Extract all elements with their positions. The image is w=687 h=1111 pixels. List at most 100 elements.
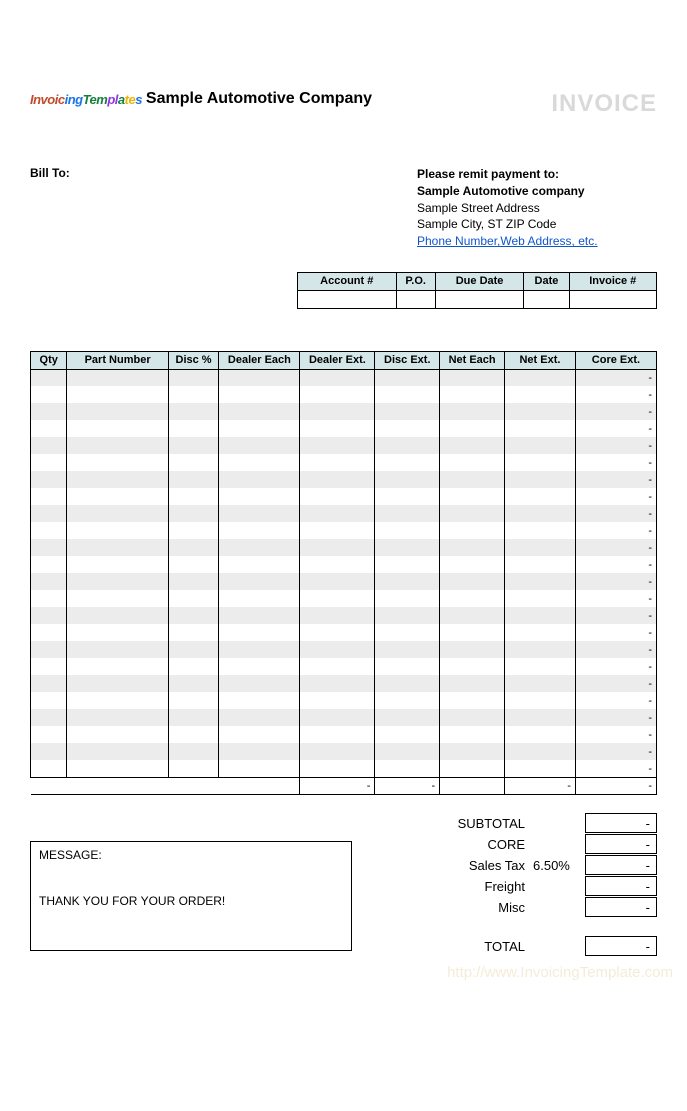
line-cell[interactable]: - [575, 607, 656, 624]
line-cell[interactable]: - [575, 454, 656, 471]
line-cell[interactable] [505, 454, 576, 471]
line-cell[interactable] [67, 403, 168, 420]
line-cell[interactable] [505, 369, 576, 386]
line-cell[interactable] [505, 505, 576, 522]
line-cell[interactable] [440, 573, 505, 590]
line-cell[interactable] [168, 607, 219, 624]
line-cell[interactable] [168, 726, 219, 743]
line-cell[interactable] [300, 573, 375, 590]
line-cell[interactable] [375, 369, 440, 386]
line-cell[interactable] [219, 743, 300, 760]
line-cell[interactable] [67, 454, 168, 471]
line-cell[interactable] [67, 675, 168, 692]
line-cell[interactable] [300, 743, 375, 760]
line-cell[interactable] [219, 709, 300, 726]
line-cell[interactable] [440, 386, 505, 403]
line-cell[interactable] [505, 607, 576, 624]
line-cell[interactable] [300, 403, 375, 420]
line-cell[interactable] [505, 675, 576, 692]
line-cell[interactable] [31, 522, 67, 539]
line-cell[interactable]: - [575, 556, 656, 573]
line-cell[interactable]: - [575, 743, 656, 760]
line-cell[interactable] [168, 556, 219, 573]
line-cell[interactable] [219, 607, 300, 624]
line-cell[interactable] [31, 607, 67, 624]
line-cell[interactable] [219, 454, 300, 471]
line-cell[interactable] [67, 386, 168, 403]
line-cell[interactable] [67, 658, 168, 675]
line-cell[interactable] [440, 454, 505, 471]
line-cell[interactable] [219, 488, 300, 505]
line-cell[interactable] [300, 692, 375, 709]
line-cell[interactable] [219, 386, 300, 403]
line-cell[interactable] [219, 556, 300, 573]
line-cell[interactable] [440, 624, 505, 641]
line-cell[interactable] [67, 641, 168, 658]
line-cell[interactable] [168, 743, 219, 760]
line-cell[interactable] [375, 658, 440, 675]
line-cell[interactable]: - [575, 437, 656, 454]
line-cell[interactable] [31, 590, 67, 607]
line-cell[interactable] [67, 709, 168, 726]
line-cell[interactable]: - [575, 386, 656, 403]
line-cell[interactable] [219, 658, 300, 675]
line-cell[interactable] [440, 743, 505, 760]
line-cell[interactable]: - [575, 692, 656, 709]
line-cell[interactable] [300, 590, 375, 607]
line-cell[interactable]: - [575, 471, 656, 488]
line-cell[interactable] [300, 556, 375, 573]
line-cell[interactable] [168, 488, 219, 505]
line-cell[interactable] [67, 437, 168, 454]
line-cell[interactable] [375, 556, 440, 573]
line-cell[interactable] [440, 658, 505, 675]
line-cell[interactable] [31, 692, 67, 709]
line-cell[interactable] [31, 369, 67, 386]
line-cell[interactable] [168, 539, 219, 556]
line-cell[interactable] [440, 539, 505, 556]
line-cell[interactable] [375, 420, 440, 437]
line-cell[interactable] [375, 692, 440, 709]
line-cell[interactable] [31, 675, 67, 692]
line-cell[interactable] [168, 454, 219, 471]
line-cell[interactable] [505, 709, 576, 726]
line-cell[interactable] [300, 471, 375, 488]
line-cell[interactable] [67, 726, 168, 743]
meta-cell[interactable] [298, 290, 397, 308]
line-cell[interactable] [219, 437, 300, 454]
line-cell[interactable] [219, 760, 300, 777]
line-cell[interactable]: - [575, 590, 656, 607]
line-cell[interactable]: - [575, 726, 656, 743]
line-cell[interactable] [300, 369, 375, 386]
line-cell[interactable] [300, 420, 375, 437]
line-cell[interactable] [300, 709, 375, 726]
line-cell[interactable] [31, 743, 67, 760]
line-cell[interactable] [375, 624, 440, 641]
line-cell[interactable] [375, 539, 440, 556]
line-cell[interactable] [505, 726, 576, 743]
line-cell[interactable] [219, 539, 300, 556]
line-cell[interactable] [440, 692, 505, 709]
line-cell[interactable] [375, 590, 440, 607]
line-cell[interactable]: - [575, 760, 656, 777]
line-cell[interactable]: - [575, 369, 656, 386]
line-cell[interactable]: - [575, 539, 656, 556]
line-cell[interactable] [67, 556, 168, 573]
line-cell[interactable] [168, 471, 219, 488]
line-cell[interactable] [168, 590, 219, 607]
line-cell[interactable] [300, 454, 375, 471]
line-cell[interactable] [505, 590, 576, 607]
line-cell[interactable] [168, 420, 219, 437]
line-cell[interactable] [67, 539, 168, 556]
line-cell[interactable] [300, 624, 375, 641]
line-cell[interactable] [505, 522, 576, 539]
line-cell[interactable] [31, 454, 67, 471]
line-cell[interactable] [440, 556, 505, 573]
line-cell[interactable] [31, 420, 67, 437]
line-cell[interactable] [440, 369, 505, 386]
line-cell[interactable] [31, 658, 67, 675]
line-cell[interactable] [168, 505, 219, 522]
line-cell[interactable] [440, 505, 505, 522]
line-cell[interactable] [300, 726, 375, 743]
line-cell[interactable] [31, 471, 67, 488]
line-cell[interactable] [219, 641, 300, 658]
